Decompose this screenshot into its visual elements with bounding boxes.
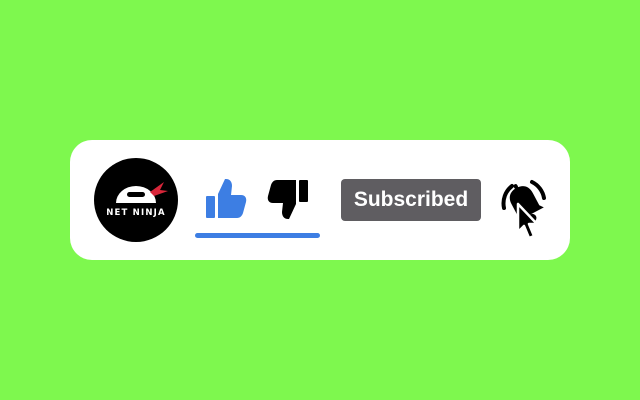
channel-name: NET NINJA	[106, 208, 166, 218]
thumbs-up-icon[interactable]	[204, 176, 248, 222]
subscribed-button[interactable]: Subscribed	[341, 179, 481, 221]
ninja-logo-icon	[116, 182, 168, 203]
like-active-underline	[195, 233, 320, 238]
engagement-bar: NET NINJA Subscribed	[70, 140, 570, 260]
green-screen-background: NET NINJA Subscribed	[0, 0, 640, 400]
channel-avatar[interactable]: NET NINJA	[94, 158, 178, 242]
bell-ringing-icon[interactable]	[498, 176, 548, 242]
thumbs-down-icon[interactable]	[266, 176, 310, 222]
